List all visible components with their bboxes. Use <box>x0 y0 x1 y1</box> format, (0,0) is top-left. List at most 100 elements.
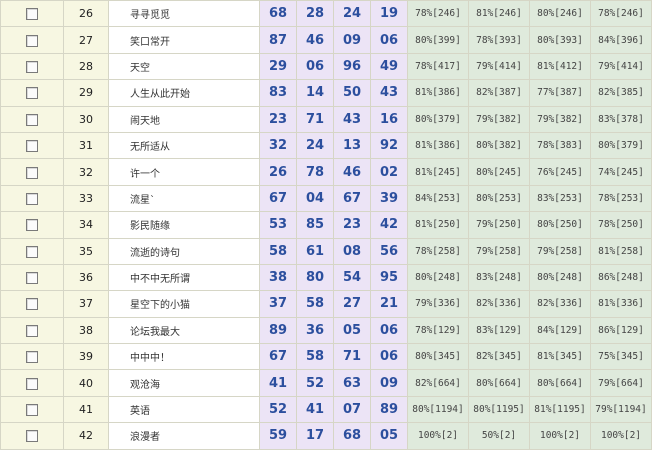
row-checkbox[interactable] <box>26 166 38 179</box>
row-number: 26 <box>63 0 109 28</box>
hit-rate-stat: 79%[1194] <box>590 395 652 424</box>
pick-number: 41 <box>259 369 297 397</box>
hit-rate-stat: 78%[417] <box>407 52 469 81</box>
table-row: 36 中不中无所谓 38 80 54 95 80%[248] 83%[248] 80%[248]… <box>0 263 652 292</box>
row-checkbox[interactable] <box>26 192 38 205</box>
hit-rate-stat: 80%[248] <box>407 263 469 292</box>
pick-number: 23 <box>333 211 371 239</box>
pick-number: 19 <box>370 0 408 28</box>
table-row: 38 论坛我最大 89 36 05 06 78%[129] 83%[129] 84%[129] 8… <box>0 316 652 345</box>
row-number: 38 <box>63 316 109 345</box>
pick-number: 04 <box>296 184 334 213</box>
hit-rate-stat: 81%[386] <box>407 79 469 107</box>
pick-number: 67 <box>259 343 297 371</box>
user-name: 观沧海 <box>108 369 260 397</box>
hit-rate-stat: 80%[664] <box>468 369 530 397</box>
row-number: 37 <box>63 290 109 318</box>
row-select-cell <box>0 0 64 28</box>
row-checkbox[interactable] <box>26 87 38 100</box>
pick-number: 14 <box>296 79 334 107</box>
hit-rate-stat: 78%[246] <box>407 0 469 28</box>
row-checkbox[interactable] <box>26 351 38 364</box>
pick-number: 09 <box>370 369 408 397</box>
pick-number: 43 <box>370 79 408 107</box>
row-select-cell <box>0 211 64 239</box>
hit-rate-stat: 80%[246] <box>529 0 591 28</box>
row-checkbox[interactable] <box>26 113 38 126</box>
user-name: 人生从此开始 <box>108 79 260 107</box>
results-table: 26 寻寻觅觅 68 28 24 19 78%[246] 81%[246] 80%[246] 78… <box>0 0 652 450</box>
pick-number: 24 <box>296 131 334 160</box>
row-checkbox[interactable] <box>26 60 38 73</box>
row-number: 30 <box>63 105 109 133</box>
pick-number: 38 <box>259 263 297 292</box>
hit-rate-stat: 80%[250] <box>529 211 591 239</box>
row-checkbox[interactable] <box>26 272 38 285</box>
pick-number: 05 <box>333 316 371 345</box>
hit-rate-stat: 83%[248] <box>468 263 530 292</box>
table-row: 41 英语 52 41 07 89 80%[1194] 80%[1195] 81%[1195] 7… <box>0 395 652 424</box>
row-select-cell <box>0 290 64 318</box>
row-checkbox[interactable] <box>26 298 38 311</box>
table-row: 34 影民随缘 53 85 23 42 81%[250] 79%[250] 80%[250] 78… <box>0 211 652 239</box>
hit-rate-stat: 81%[386] <box>407 131 469 160</box>
row-number: 36 <box>63 263 109 292</box>
hit-rate-stat: 83%[253] <box>529 184 591 213</box>
hit-rate-stat: 80%[393] <box>529 26 591 54</box>
row-number: 32 <box>63 158 109 186</box>
pick-number: 13 <box>333 131 371 160</box>
user-name: 论坛我最大 <box>108 316 260 345</box>
row-checkbox[interactable] <box>26 219 38 232</box>
hit-rate-stat: 76%[245] <box>529 158 591 186</box>
row-checkbox[interactable] <box>26 430 38 443</box>
pick-number: 09 <box>333 26 371 54</box>
hit-rate-stat: 83%[378] <box>590 105 652 133</box>
hit-rate-stat: 79%[664] <box>590 369 652 397</box>
pick-number: 43 <box>333 105 371 133</box>
pick-number: 39 <box>370 184 408 213</box>
row-checkbox[interactable] <box>26 245 38 258</box>
pick-number: 89 <box>370 395 408 424</box>
hit-rate-stat: 79%[258] <box>529 237 591 265</box>
row-number: 35 <box>63 237 109 265</box>
row-select-cell <box>0 52 64 81</box>
row-select-cell <box>0 343 64 371</box>
table-row: 26 寻寻觅觅 68 28 24 19 78%[246] 81%[246] 80%[246] 78… <box>0 0 652 28</box>
pick-number: 16 <box>370 105 408 133</box>
hit-rate-stat: 84%[129] <box>529 316 591 345</box>
hit-rate-stat: 50%[2] <box>468 422 530 450</box>
user-name: 中不中无所谓 <box>108 263 260 292</box>
row-checkbox[interactable] <box>26 8 38 21</box>
pick-number: 71 <box>333 343 371 371</box>
pick-number: 61 <box>296 237 334 265</box>
hit-rate-stat: 80%[664] <box>529 369 591 397</box>
hit-rate-stat: 78%[383] <box>529 131 591 160</box>
pick-number: 53 <box>259 211 297 239</box>
hit-rate-stat: 79%[382] <box>529 105 591 133</box>
hit-rate-stat: 80%[379] <box>590 131 652 160</box>
row-number: 27 <box>63 26 109 54</box>
pick-number: 54 <box>333 263 371 292</box>
row-checkbox[interactable] <box>26 324 38 337</box>
pick-number: 17 <box>296 422 334 450</box>
hit-rate-stat: 82%[345] <box>468 343 530 371</box>
hit-rate-stat: 80%[1194] <box>407 395 469 424</box>
hit-rate-stat: 100%[2] <box>529 422 591 450</box>
pick-number: 29 <box>259 52 297 81</box>
pick-number: 07 <box>333 395 371 424</box>
user-name: 无所适从 <box>108 131 260 160</box>
hit-rate-stat: 81%[345] <box>529 343 591 371</box>
hit-rate-stat: 82%[336] <box>529 290 591 318</box>
row-checkbox[interactable] <box>26 404 38 417</box>
row-checkbox[interactable] <box>26 377 38 390</box>
pick-number: 28 <box>296 0 334 28</box>
row-checkbox[interactable] <box>26 34 38 47</box>
hit-rate-stat: 81%[1195] <box>529 395 591 424</box>
row-checkbox[interactable] <box>26 140 38 153</box>
hit-rate-stat: 79%[258] <box>468 237 530 265</box>
pick-number: 37 <box>259 290 297 318</box>
user-name: 笑口常开 <box>108 26 260 54</box>
pick-number: 21 <box>370 290 408 318</box>
user-name: 天空 <box>108 52 260 81</box>
hit-rate-stat: 77%[387] <box>529 79 591 107</box>
